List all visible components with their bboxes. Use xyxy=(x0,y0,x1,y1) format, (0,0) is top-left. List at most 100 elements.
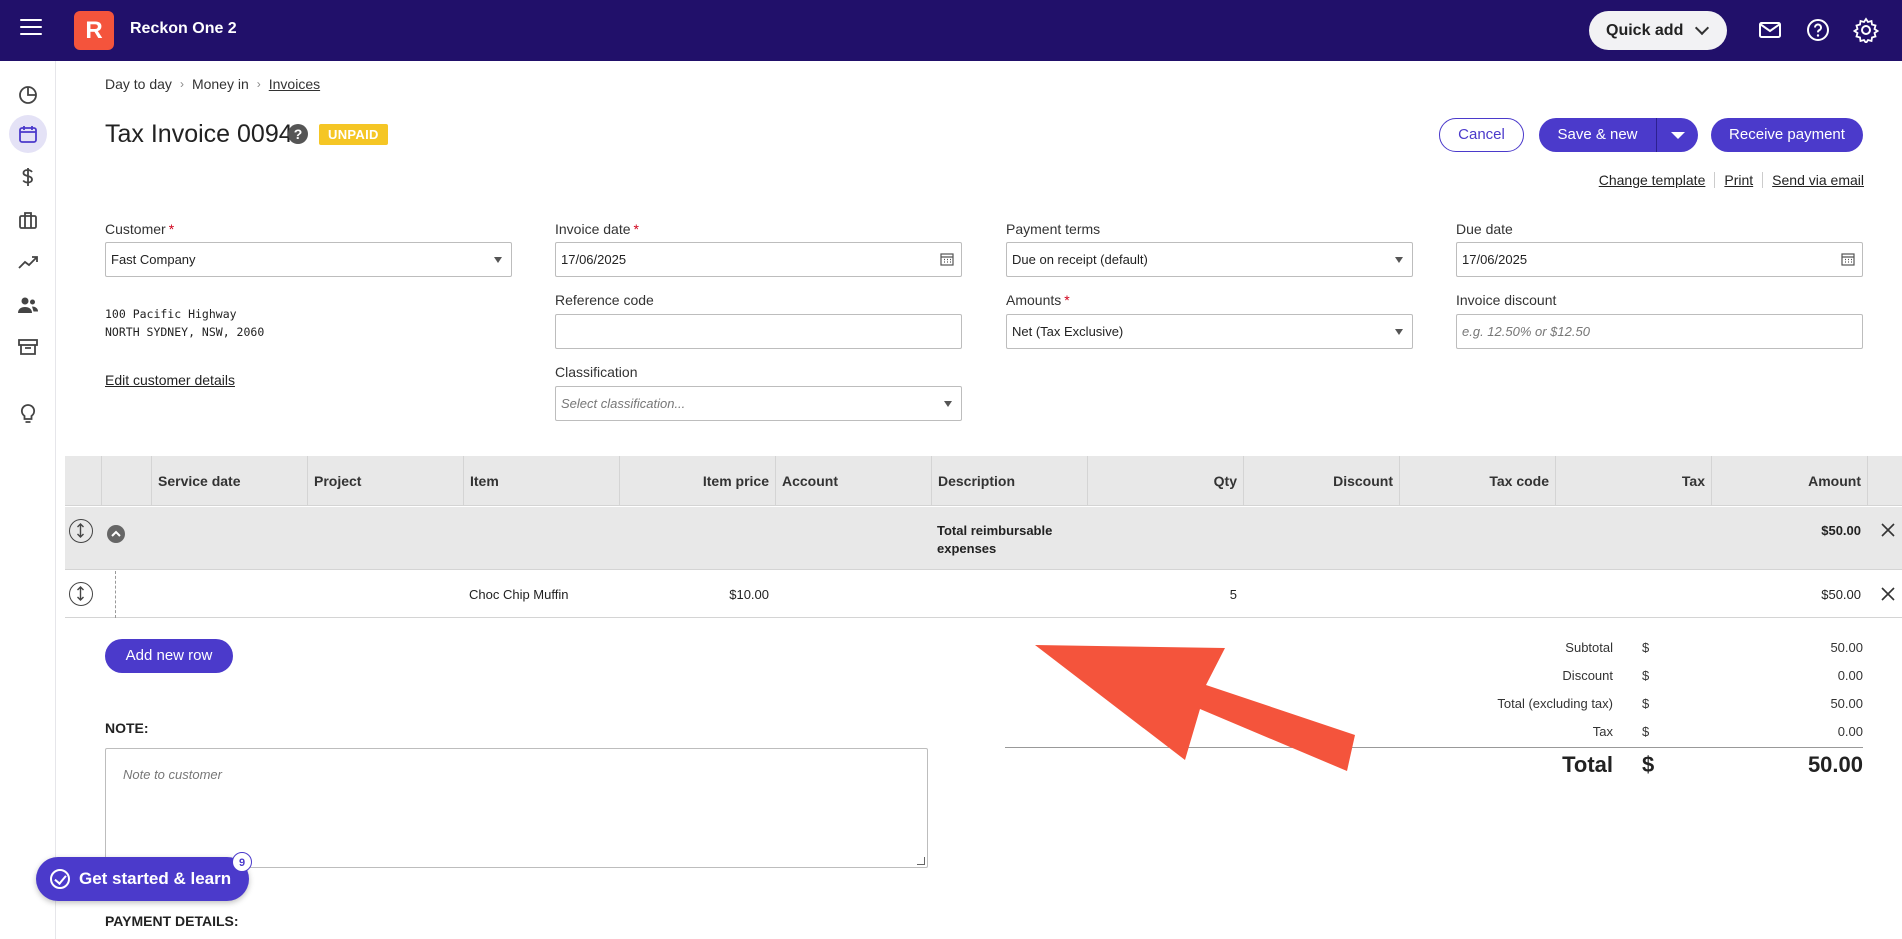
grand-total-label: Total xyxy=(1562,752,1613,777)
address-line: 100 Pacific Highway xyxy=(105,307,237,321)
column-header-project[interactable]: Project xyxy=(307,456,463,506)
lightbulb-icon[interactable] xyxy=(14,400,42,428)
due-date-value: 17/06/2025 xyxy=(1462,252,1528,267)
help-icon[interactable] xyxy=(1805,17,1831,43)
get-started-button[interactable]: Get started & learn xyxy=(36,857,249,901)
chevron-down-icon xyxy=(1694,20,1710,36)
reference-code-input[interactable] xyxy=(555,314,962,349)
classification-label: Classification xyxy=(555,364,638,380)
total-ex-tax-value: 50.00 xyxy=(1830,696,1863,711)
group-row-reimbursable: Total reimbursable expenses $50.00 xyxy=(65,507,1902,570)
close-icon[interactable] xyxy=(1881,523,1895,537)
calendar-icon[interactable] xyxy=(1841,252,1855,266)
invoice-discount-label: Invoice discount xyxy=(1456,292,1557,308)
receive-payment-button[interactable]: Receive payment xyxy=(1711,118,1863,152)
classification-placeholder: Select classification... xyxy=(561,396,686,411)
quick-add-label: Quick add xyxy=(1606,22,1684,39)
edit-customer-details-link[interactable]: Edit customer details xyxy=(105,372,235,388)
resize-handle-icon[interactable] xyxy=(917,857,925,865)
currency-symbol: $ xyxy=(1642,724,1650,739)
column-header-tax[interactable]: Tax xyxy=(1555,456,1711,506)
top-bar: R Reckon One 2 Quick add xyxy=(0,0,1902,61)
column-header-item-price[interactable]: Item price xyxy=(619,456,775,506)
archive-icon[interactable] xyxy=(14,333,42,361)
column-header-tax-code[interactable]: Tax code xyxy=(1399,456,1555,506)
subtotal-value: 50.00 xyxy=(1830,640,1863,655)
send-via-email-link[interactable]: Send via email xyxy=(1763,172,1864,188)
column-header-description[interactable]: Description xyxy=(931,456,1087,506)
payment-terms-label: Payment terms xyxy=(1006,221,1101,237)
grand-total-value: 50.00 xyxy=(1807,752,1863,777)
column-header-amount[interactable]: Amount xyxy=(1711,456,1867,506)
collapse-icon[interactable] xyxy=(106,524,126,544)
save-new-button[interactable]: Save & new xyxy=(1539,118,1656,152)
table-row[interactable]: Choc Chip Muffin $10.00 5 $50.00 xyxy=(65,571,1902,618)
caret-down-icon xyxy=(944,401,952,407)
page-title: Tax Invoice 0094 xyxy=(105,120,293,148)
chevron-right-icon: › xyxy=(256,77,261,91)
breadcrumb-day-to-day[interactable]: Day to day xyxy=(105,76,172,92)
app-title: Reckon One 2 xyxy=(130,20,237,37)
contacts-icon[interactable] xyxy=(14,291,42,319)
row-item-price[interactable]: $10.00 xyxy=(619,587,769,602)
customer-address: 100 Pacific Highway NORTH SYDNEY, NSW, 2… xyxy=(105,305,264,341)
subtotal-label: Subtotal xyxy=(1565,640,1613,655)
column-header-service-date[interactable]: Service date xyxy=(151,456,307,506)
payment-terms-value: Due on receipt (default) xyxy=(1012,252,1148,267)
print-link[interactable]: Print xyxy=(1715,172,1764,188)
customer-select[interactable]: Fast Company xyxy=(105,242,512,277)
row-item[interactable]: Choc Chip Muffin xyxy=(469,587,568,602)
column-header-qty[interactable]: Qty xyxy=(1087,456,1243,506)
drag-handle-icon[interactable] xyxy=(69,519,93,543)
breadcrumb-money-in[interactable]: Money in xyxy=(192,76,249,92)
payment-terms-select[interactable]: Due on receipt (default) xyxy=(1006,242,1413,277)
due-date-label: Due date xyxy=(1456,221,1513,237)
discount-label: Discount xyxy=(1562,668,1613,683)
classification-select[interactable]: Select classification... xyxy=(555,386,962,421)
calendar-icon[interactable] xyxy=(9,115,47,153)
app-logo: R xyxy=(74,11,114,50)
tax-label: Tax xyxy=(1592,724,1613,739)
address-line: NORTH SYDNEY, NSW, 2060 xyxy=(105,325,265,339)
column-header-discount[interactable]: Discount xyxy=(1243,456,1399,506)
amounts-select[interactable]: Net (Tax Exclusive) xyxy=(1006,314,1413,349)
discount-value: 0.00 xyxy=(1837,668,1863,683)
quick-add-button[interactable]: Quick add xyxy=(1589,11,1727,50)
dashboard-icon[interactable] xyxy=(14,81,42,109)
line-items-header: Service date Project Item Item price Acc… xyxy=(65,456,1902,506)
menu-icon[interactable] xyxy=(20,19,42,37)
save-options-dropdown-icon[interactable] xyxy=(1657,118,1698,152)
dollar-icon[interactable] xyxy=(14,163,42,191)
check-circle-icon xyxy=(50,869,70,889)
invoice-actions: Change template Print Send via email xyxy=(1590,172,1864,188)
currency-symbol: $ xyxy=(1642,696,1650,711)
invoice-discount-input[interactable]: e.g. 12.50% or $12.50 xyxy=(1456,314,1863,349)
column-header-actions xyxy=(1867,456,1902,506)
calendar-icon[interactable] xyxy=(940,252,954,266)
currency-symbol: $ xyxy=(1642,668,1650,683)
change-template-link[interactable]: Change template xyxy=(1590,172,1716,188)
column-header-item[interactable]: Item xyxy=(463,456,619,506)
question-icon[interactable]: ? xyxy=(288,124,308,144)
column-header-account[interactable]: Account xyxy=(775,456,931,506)
currency-symbol: $ xyxy=(1642,752,1655,777)
row-qty[interactable]: 5 xyxy=(1087,587,1237,602)
due-date-field[interactable]: 17/06/2025 xyxy=(1456,242,1863,277)
cancel-button[interactable]: Cancel xyxy=(1439,118,1524,152)
mail-icon[interactable] xyxy=(1757,17,1783,43)
status-badge: UNPAID xyxy=(319,124,388,145)
breadcrumb-invoices[interactable]: Invoices xyxy=(269,76,320,92)
drag-handle-icon[interactable] xyxy=(69,582,93,606)
save-new-split-button: Save & new xyxy=(1539,118,1698,152)
chevron-right-icon: › xyxy=(179,77,184,91)
row-amount[interactable]: $50.00 xyxy=(1711,587,1861,602)
note-textarea[interactable]: Note to customer xyxy=(105,748,928,868)
payment-details-label: PAYMENT DETAILS: xyxy=(105,913,239,929)
add-new-row-button[interactable]: Add new row xyxy=(105,639,233,673)
gear-icon[interactable] xyxy=(1853,17,1879,43)
close-icon[interactable] xyxy=(1881,587,1895,601)
invoice-date-field[interactable]: 17/06/2025 xyxy=(555,242,962,277)
row-connector xyxy=(115,571,116,618)
briefcase-icon[interactable] xyxy=(14,206,42,234)
trend-icon[interactable] xyxy=(14,248,42,276)
